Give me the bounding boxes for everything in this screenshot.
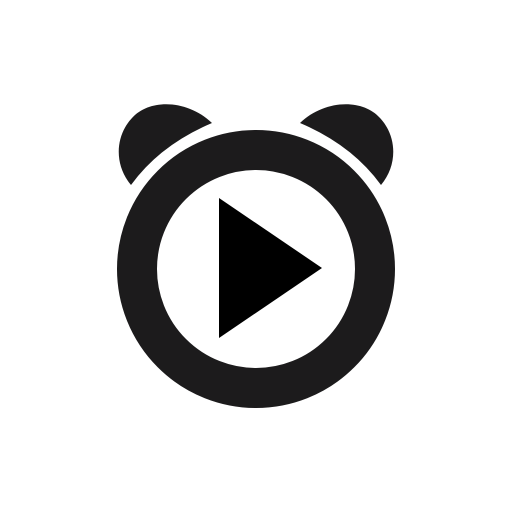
app-icon-canvas: [0, 0, 512, 512]
play-triangle-icon: [219, 198, 322, 338]
alarm-clock-play-icon: [0, 0, 512, 512]
